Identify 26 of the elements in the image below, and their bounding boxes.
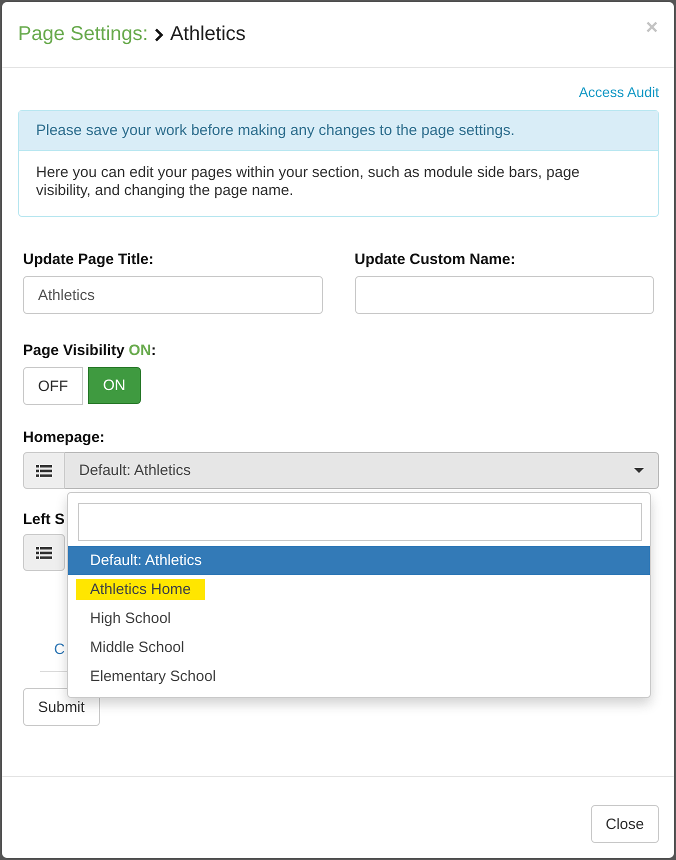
chevron-icon: [154, 28, 164, 42]
dropdown-option[interactable]: High School: [68, 604, 650, 633]
visibility-label: Page Visibility ON:: [23, 342, 156, 359]
alert-text: Here you can edit your pages within your section, such as module side bars, page visibility, and changing the page name.: [35, 163, 581, 201]
alert-heading: Please save your work before making any changes to the page settings.: [19, 111, 658, 151]
partial-link[interactable]: C: [54, 641, 65, 658]
list-icon: [36, 464, 52, 476]
caret-icon: [634, 468, 644, 473]
left-sidebar-label: Left S: [23, 511, 65, 528]
dropdown-option[interactable]: Athletics Home: [68, 575, 650, 604]
field-label: Update Page Title:: [23, 251, 155, 268]
list-icon: [36, 546, 52, 558]
text-input-field[interactable]: Athletics: [23, 276, 322, 314]
close-footer-button[interactable]: Close: [590, 805, 659, 843]
homepage-select[interactable]: Default: Athletics: [65, 452, 659, 489]
search-input-field[interactable]: [78, 503, 642, 541]
breadcrumb-title: Athletics: [170, 23, 246, 46]
text-input-field[interactable]: [354, 276, 654, 314]
dropdown-option[interactable]: Default: Athletics: [68, 546, 650, 575]
dropdown-option[interactable]: Middle School: [68, 633, 650, 662]
modal-title: Page Settings:: [18, 23, 148, 46]
field-label: Update Custom Name:: [354, 251, 516, 268]
homepage-label: Homepage:: [23, 429, 105, 446]
toggle-option[interactable]: ON: [88, 367, 140, 404]
dropdown-option[interactable]: Elementary School: [68, 662, 650, 691]
toggle-option[interactable]: OFF: [23, 367, 83, 405]
